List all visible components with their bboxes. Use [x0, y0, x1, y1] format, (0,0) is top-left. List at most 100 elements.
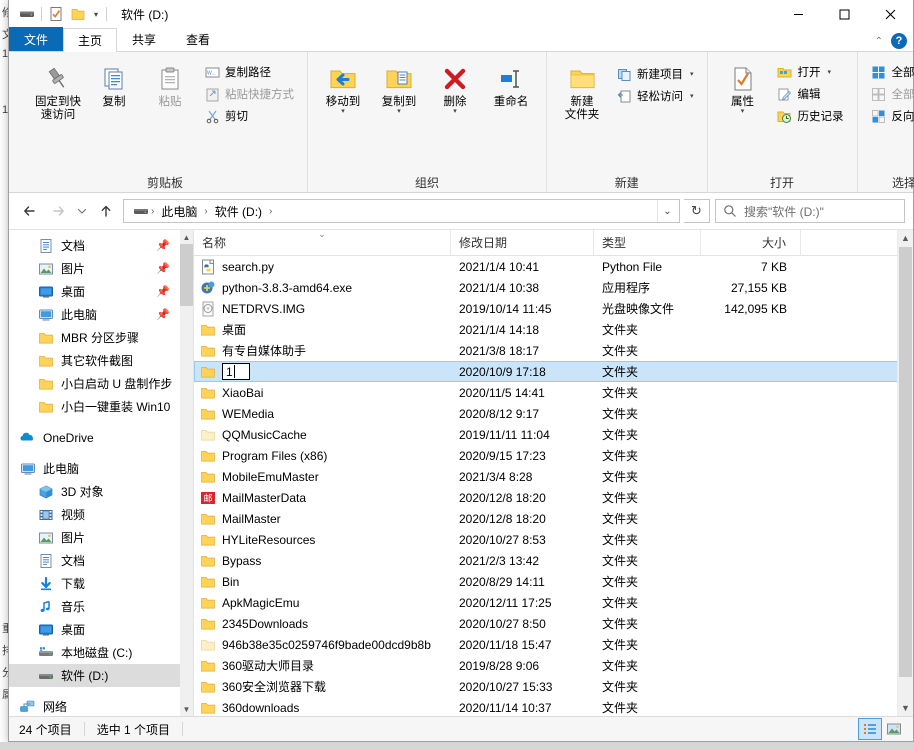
- table-row[interactable]: WEMedia 2020/8/12 9:17 文件夹: [194, 403, 913, 424]
- new-folder-button[interactable]: 新建 文件夹: [555, 58, 609, 126]
- refresh-button[interactable]: ↻: [684, 199, 710, 223]
- cell-name[interactable]: 1: [194, 363, 451, 380]
- back-button[interactable]: [17, 198, 43, 224]
- drive-icon[interactable]: [19, 6, 35, 22]
- history-button[interactable]: 历史记录: [772, 105, 849, 127]
- scroll-up-icon[interactable]: ▲: [180, 230, 193, 244]
- tab-view[interactable]: 查看: [171, 27, 225, 51]
- tab-home[interactable]: 主页: [63, 28, 118, 52]
- table-row[interactable]: search.py 2021/1/4 10:41 Python File 7 KB: [194, 256, 913, 277]
- nav-item-desktop[interactable]: 桌面: [9, 618, 180, 641]
- pin-icon[interactable]: 📌: [156, 285, 170, 298]
- paste-shortcut-button[interactable]: 粘贴快捷方式: [199, 83, 299, 105]
- pin-icon[interactable]: 📌: [156, 308, 170, 321]
- edit-button[interactable]: 编辑: [772, 83, 849, 105]
- search-input[interactable]: 搜索"软件 (D:)": [744, 203, 824, 220]
- nav-item-onedrive[interactable]: OneDrive: [9, 426, 180, 449]
- cell-name[interactable]: search.py: [194, 259, 451, 275]
- cell-name[interactable]: HYLiteResources: [194, 532, 451, 548]
- invert-selection-button[interactable]: 反向选择: [866, 105, 914, 127]
- column-header-name[interactable]: ⌄ 名称: [194, 229, 451, 256]
- cell-name[interactable]: 桌面: [194, 321, 451, 338]
- delete-dropdown-icon[interactable]: ▾: [453, 108, 457, 115]
- cell-name[interactable]: 2345Downloads: [194, 616, 451, 632]
- cell-name[interactable]: Program Files (x86): [194, 448, 451, 464]
- nav-item-local-disk-c[interactable]: 本地磁盘 (C:): [9, 641, 180, 664]
- nav-item-usb-boot-steps[interactable]: 小白启动 U 盘制作步: [9, 372, 180, 395]
- cell-name[interactable]: WEMedia: [194, 406, 451, 422]
- table-row[interactable]: Bin 2020/8/29 14:11 文件夹: [194, 571, 913, 592]
- large-icons-view-button[interactable]: [883, 719, 905, 739]
- table-row[interactable]: 邮 MailMasterData 2020/12/8 18:20 文件夹: [194, 487, 913, 508]
- breadcrumb-separator[interactable]: ›: [150, 206, 155, 217]
- scroll-up-icon[interactable]: ▲: [898, 230, 913, 246]
- cell-name[interactable]: Bin: [194, 574, 451, 590]
- easy-access-button[interactable]: 轻松访问 ▾: [611, 85, 699, 107]
- table-row[interactable]: 360downloads 2020/11/14 10:37 文件夹: [194, 697, 913, 716]
- properties-dropdown-icon[interactable]: ▾: [741, 108, 745, 115]
- move-to-dropdown-icon[interactable]: ▾: [341, 108, 345, 115]
- nav-item-other-screenshots[interactable]: 其它软件截图: [9, 349, 180, 372]
- cell-name[interactable]: MobileEmuMaster: [194, 469, 451, 485]
- close-button[interactable]: [867, 0, 913, 28]
- cell-name[interactable]: 360驱动大师目录: [194, 657, 451, 674]
- nav-item-videos[interactable]: 视频: [9, 503, 180, 526]
- new-item-button[interactable]: 新建项目 ▾: [611, 63, 699, 85]
- pin-icon[interactable]: 📌: [156, 239, 170, 252]
- copy-button[interactable]: 复制: [87, 58, 141, 113]
- cell-name[interactable]: 邮 MailMasterData: [194, 490, 451, 506]
- table-row[interactable]: 2345Downloads 2020/10/27 8:50 文件夹: [194, 613, 913, 634]
- nav-item-pictures[interactable]: 图片: [9, 526, 180, 549]
- column-header-date[interactable]: 修改日期: [451, 229, 594, 256]
- new-folder-icon[interactable]: [70, 6, 86, 22]
- copy-path-button[interactable]: W... 复制路径: [199, 61, 299, 83]
- delete-button[interactable]: 删除 ▾: [428, 58, 482, 119]
- table-row[interactable]: Program Files (x86) 2020/9/15 17:23 文件夹: [194, 445, 913, 466]
- column-header-size[interactable]: 大小: [701, 229, 801, 256]
- breadcrumb-separator[interactable]: ›: [268, 206, 273, 217]
- table-row[interactable]: ApkMagicEmu 2020/12/11 17:25 文件夹: [194, 592, 913, 613]
- nav-item-win10-reinstall[interactable]: 小白一键重装 Win10: [9, 395, 180, 418]
- details-view-button[interactable]: [858, 718, 882, 740]
- rename-input[interactable]: 1: [222, 363, 250, 380]
- table-row[interactable]: 360安全浏览器下载 2020/10/27 15:33 文件夹: [194, 676, 913, 697]
- column-header-type[interactable]: 类型: [594, 229, 701, 256]
- nav-item-pictures-quick[interactable]: 图片 📌: [9, 257, 180, 280]
- table-row[interactable]: MailMaster 2020/12/8 18:20 文件夹: [194, 508, 913, 529]
- search-box[interactable]: 搜索"软件 (D:)": [715, 199, 905, 223]
- nav-item-documents-quick[interactable]: 文档 📌: [9, 234, 180, 257]
- cut-button[interactable]: 剪切: [199, 105, 299, 127]
- select-all-button[interactable]: 全部选择: [866, 61, 914, 83]
- table-row[interactable]: Bypass 2021/2/3 13:42 文件夹: [194, 550, 913, 571]
- scroll-down-icon[interactable]: ▼: [180, 702, 193, 716]
- minimize-button[interactable]: [775, 0, 821, 28]
- help-icon[interactable]: ?: [891, 33, 907, 49]
- recent-locations-button[interactable]: [73, 198, 91, 224]
- nav-item-documents[interactable]: 文档: [9, 549, 180, 572]
- easy-access-dropdown-icon[interactable]: ▾: [690, 92, 694, 100]
- table-row[interactable]: 360驱动大师目录 2019/8/28 9:06 文件夹: [194, 655, 913, 676]
- collapse-ribbon-icon[interactable]: ⌃: [875, 36, 883, 47]
- cell-name[interactable]: 360downloads: [194, 700, 451, 716]
- nav-item-drive-d[interactable]: 软件 (D:): [9, 664, 180, 687]
- nav-item-desktop-quick[interactable]: 桌面 📌: [9, 280, 180, 303]
- rename-button[interactable]: 重命名: [484, 58, 538, 113]
- table-row[interactable]: NETDRVS.IMG 2019/10/14 11:45 光盘映像文件 142,095…: [194, 298, 913, 319]
- cell-name[interactable]: 有专自媒体助手: [194, 342, 451, 359]
- nav-item-3d-objects[interactable]: 3D 对象: [9, 480, 180, 503]
- scrollbar-thumb[interactable]: [899, 247, 912, 677]
- copy-to-dropdown-icon[interactable]: ▾: [397, 108, 401, 115]
- maximize-button[interactable]: [821, 0, 867, 28]
- breadcrumb-item-drive-d[interactable]: 软件 (D:): [210, 201, 267, 222]
- cell-name[interactable]: NETDRVS.IMG: [194, 301, 451, 317]
- table-row[interactable]: 1 2020/10/9 17:18 文件夹: [194, 361, 913, 382]
- paste-button[interactable]: 粘贴: [143, 58, 197, 113]
- address-bar[interactable]: › 此电脑 › 软件 (D:) › ⌄: [123, 199, 680, 223]
- cell-name[interactable]: python-3.8.3-amd64.exe: [194, 280, 451, 296]
- scroll-down-icon[interactable]: ▼: [898, 700, 913, 716]
- cell-name[interactable]: ApkMagicEmu: [194, 595, 451, 611]
- new-item-dropdown-icon[interactable]: ▾: [690, 70, 694, 78]
- nav-item-network[interactable]: 网络: [9, 695, 180, 716]
- cell-name[interactable]: Bypass: [194, 553, 451, 569]
- nav-item-this-pc-quick[interactable]: 此电脑 📌: [9, 303, 180, 326]
